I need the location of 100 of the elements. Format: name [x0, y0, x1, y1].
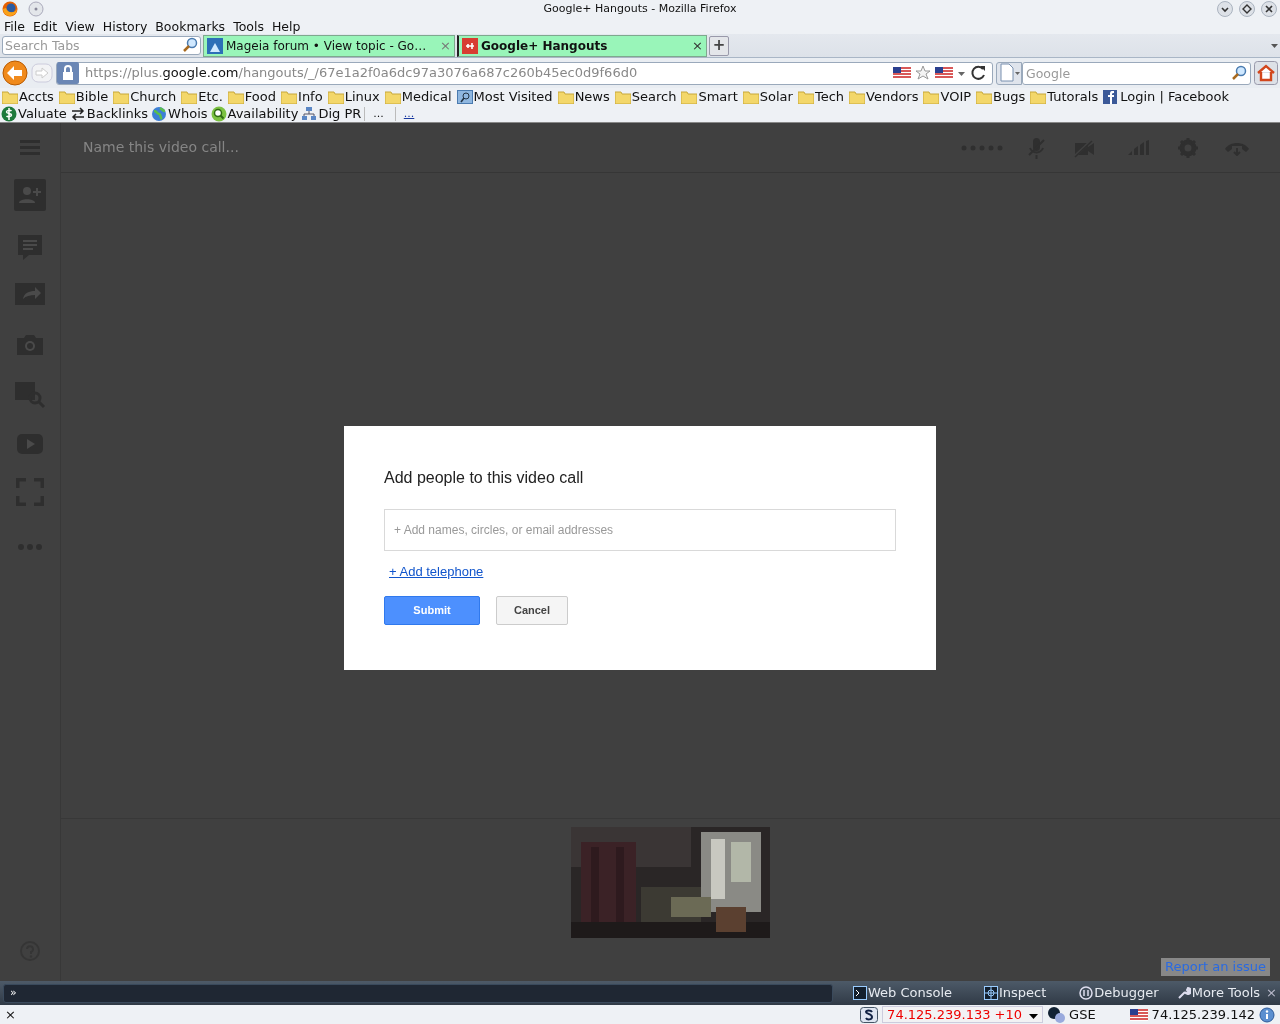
toolbar-link[interactable]: Availability: [227, 106, 299, 122]
bookmark-item[interactable]: Food: [244, 89, 277, 105]
devtools-button[interactable]: Inspect: [984, 985, 1047, 1001]
reload-icon[interactable]: [970, 64, 988, 82]
toolbar-link[interactable]: Backlinks: [86, 106, 149, 122]
menu-item[interactable]: Bookmarks: [155, 18, 226, 34]
menu-item[interactable]: Edit: [32, 18, 58, 34]
menu-item[interactable]: Tools: [233, 18, 264, 34]
bookmark-item[interactable]: Tutorals: [1047, 89, 1099, 105]
cancel-button[interactable]: Cancel: [496, 596, 568, 626]
back-button-icon[interactable]: [2, 60, 28, 86]
pause-icon: [1079, 986, 1094, 1000]
folder-icon: [797, 90, 814, 104]
video-play-icon[interactable]: [16, 432, 44, 456]
crosshair-icon: [984, 986, 998, 1000]
lock-icon[interactable]: [57, 62, 79, 84]
bookmark-item[interactable]: Solar: [759, 89, 793, 105]
bookmark-item[interactable]: Search: [631, 89, 677, 105]
folder-icon: [976, 90, 993, 104]
bookmark-item[interactable]: Info: [298, 89, 323, 105]
info-icon[interactable]: [1259, 1006, 1275, 1023]
bookmark-item[interactable]: Smart: [698, 89, 738, 105]
bookmark-item[interactable]: Login | Facebook: [1120, 89, 1229, 105]
bookmark-item[interactable]: VOIP: [940, 89, 972, 105]
menu-item[interactable]: File: [4, 18, 25, 34]
bookmark-item[interactable]: Linux: [344, 89, 380, 105]
menu-item[interactable]: Help: [271, 18, 301, 34]
bookmark-item[interactable]: Vendors: [866, 89, 919, 105]
search-icon: [182, 37, 198, 53]
close-button[interactable]: ×: [5, 1006, 16, 1023]
bookmark-item[interactable]: Church: [130, 89, 177, 105]
folder-icon: [614, 90, 631, 104]
bookmark-item[interactable]: Accts: [19, 89, 54, 105]
address-bar[interactable]: https://plus.google.com/hangouts/_/67e1a2f0a6dc97a3076a687c260b45ec0d9f66d0: [56, 61, 993, 85]
search-icon[interactable]: [1231, 64, 1247, 81]
folder-icon: [281, 90, 298, 104]
home-icon[interactable]: [1254, 61, 1278, 85]
flag-icon: [1129, 1008, 1148, 1021]
close-devtools-button[interactable]: ×: [1266, 985, 1277, 1001]
new-tab-button[interactable]: +: [709, 35, 729, 56]
ip-address-dropdown[interactable]: 74.125.239.133 +10: [882, 1005, 1044, 1024]
firefox-logo-icon: [2, 1, 18, 17]
chat-icon[interactable]: [17, 234, 43, 260]
browser-tab[interactable]: Google+ Hangouts ×: [457, 35, 707, 57]
close-icon[interactable]: [1261, 1, 1277, 17]
bookmark-item[interactable]: News: [574, 89, 610, 105]
status-label: GSE: [1069, 1006, 1096, 1023]
server-ip: 74.125.239.142: [1151, 1006, 1255, 1023]
menu-item[interactable]: View: [65, 18, 95, 34]
tab-close-button[interactable]: ×: [440, 38, 451, 54]
bookmark-item[interactable]: Most Visited: [473, 89, 553, 105]
browser-tab[interactable]: Mageia forum • View topic - Go… ×: [203, 35, 455, 57]
flag-icon[interactable]: [893, 67, 911, 79]
console-input[interactable]: »: [3, 983, 833, 1003]
bookmark-item[interactable]: Medical: [401, 89, 452, 105]
minimize-icon[interactable]: [1217, 1, 1233, 17]
bookmark-item[interactable]: Tech: [814, 89, 845, 105]
devtools-button[interactable]: Web Console: [852, 985, 952, 1001]
toolbar-link[interactable]: Dig PR: [318, 106, 362, 122]
folder-icon: [2, 90, 18, 104]
globe-icon: [151, 106, 168, 122]
forward-button-icon[interactable]: [31, 62, 53, 84]
bookmark-item[interactable]: Bible: [75, 89, 109, 105]
toolbar-link[interactable]: Valuate: [18, 106, 67, 122]
console-icon: [852, 986, 867, 1000]
bookmark-item[interactable]: Bugs: [993, 89, 1026, 105]
web-search-field[interactable]: Google: [1022, 61, 1251, 85]
folder-icon: [384, 90, 401, 104]
overflow-button[interactable]: ...: [394, 107, 423, 121]
add-person-icon[interactable]: [14, 179, 46, 211]
bookmark-item[interactable]: Etc.: [198, 89, 223, 105]
swap-arrows-icon: [69, 106, 86, 122]
camera-icon[interactable]: [15, 332, 45, 358]
search-engine-button[interactable]: [996, 61, 1022, 85]
forum-favicon-icon: [207, 38, 223, 54]
bookmark-star-icon[interactable]: [915, 65, 931, 81]
toolbar-link[interactable]: Whois: [168, 106, 208, 122]
maximize-icon[interactable]: [1239, 1, 1255, 17]
dialog-title: Add people to this video call: [384, 468, 585, 488]
devtools-button[interactable]: More Tools: [1176, 985, 1261, 1001]
dollar-icon: [1, 106, 17, 122]
devtools-button[interactable]: Debugger: [1079, 985, 1159, 1001]
network-icon: [301, 106, 318, 122]
document-icon: [998, 63, 1020, 83]
add-telephone-link[interactable]: + Add telephone: [389, 564, 484, 580]
s-logo-icon[interactable]: [860, 1006, 879, 1023]
menu-item[interactable]: History: [102, 18, 148, 34]
overflow-button[interactable]: ...: [364, 107, 392, 121]
folder-icon: [58, 90, 75, 104]
window-title: Google+ Hangouts - Mozilla Firefox: [543, 2, 737, 16]
folder-icon: [557, 90, 574, 104]
call-name-field[interactable]: Name this video call...: [81, 138, 933, 157]
wrench-icon: [1176, 986, 1191, 1000]
facebook-favicon-icon: [1103, 90, 1120, 104]
tab-search-field[interactable]: Search Tabs: [2, 36, 201, 55]
flag-icon[interactable]: [935, 67, 953, 79]
people-search-field[interactable]: + Add names, circles, or email addresses: [384, 509, 896, 552]
window-menu-icon[interactable]: [28, 1, 44, 17]
folder-icon: [113, 90, 130, 104]
tab-close-button[interactable]: ×: [692, 38, 703, 54]
